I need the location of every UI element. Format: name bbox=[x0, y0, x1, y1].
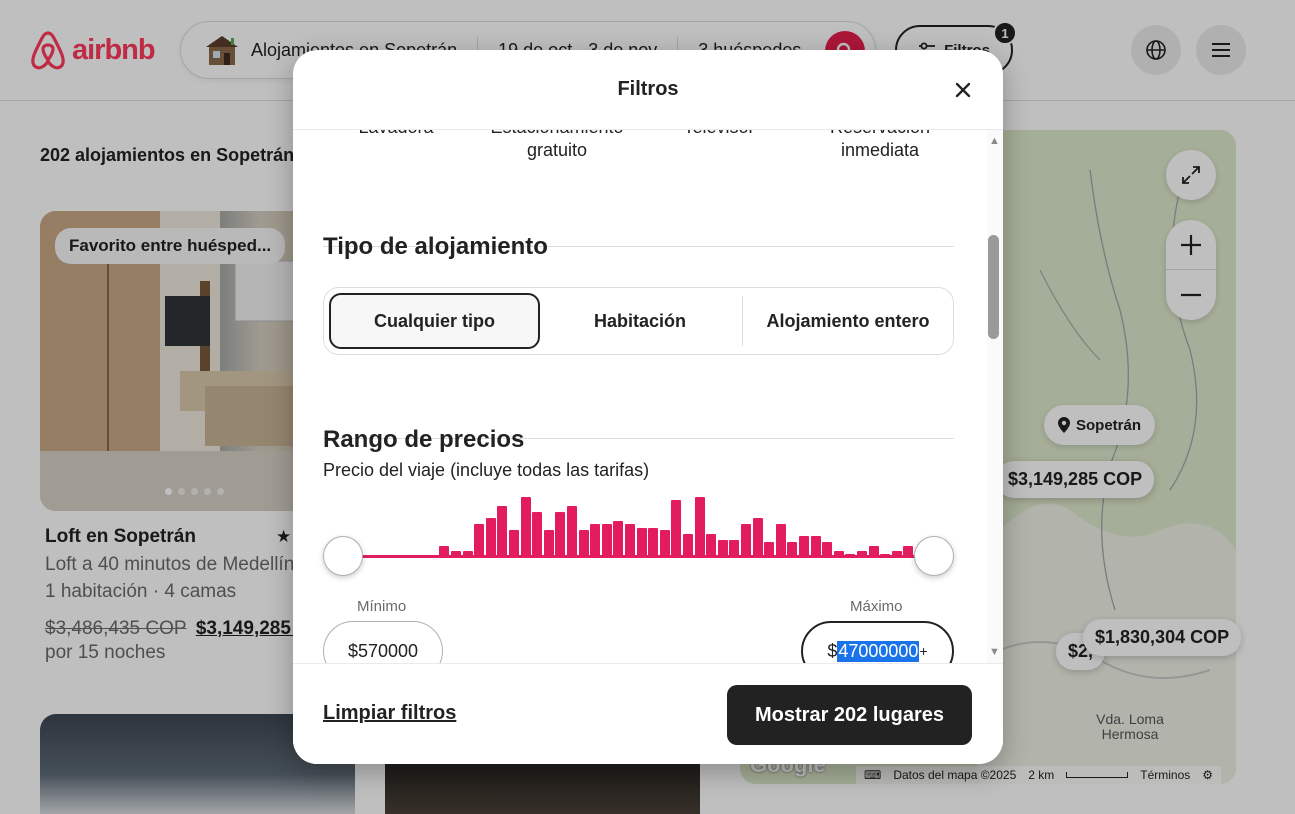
price-slider-track[interactable] bbox=[343, 555, 935, 558]
histogram-bar bbox=[601, 524, 612, 557]
modal-scrollbar-thumb[interactable] bbox=[988, 235, 999, 339]
max-price-suffix: + bbox=[919, 643, 928, 659]
histogram-bar bbox=[474, 524, 485, 557]
histogram-bar bbox=[648, 528, 659, 557]
min-price-input[interactable]: $570000 bbox=[323, 621, 443, 663]
histogram-bar bbox=[799, 536, 809, 557]
histogram-bar bbox=[532, 512, 543, 557]
amenity-washer[interactable]: Lavadora bbox=[316, 130, 476, 139]
modal-title: Filtros bbox=[617, 78, 679, 100]
type-option-any[interactable]: Cualquier tipo bbox=[329, 293, 540, 349]
type-section-title: Tipo de alojamiento bbox=[323, 233, 548, 260]
modal-scrollbar[interactable] bbox=[987, 130, 1003, 663]
histogram-bar bbox=[613, 521, 624, 557]
amenity-tv[interactable]: Televisor bbox=[639, 130, 799, 139]
close-button[interactable] bbox=[947, 74, 979, 106]
type-option-room[interactable]: Habitación bbox=[540, 288, 740, 354]
histogram-bar bbox=[810, 536, 821, 557]
price-histogram bbox=[323, 485, 923, 557]
histogram-bar bbox=[775, 524, 786, 557]
histogram-bar bbox=[659, 530, 670, 557]
histogram-bar bbox=[509, 530, 519, 557]
histogram-bar bbox=[671, 500, 682, 557]
max-price-prefix: $ bbox=[827, 640, 838, 661]
scroll-up-arrow-icon[interactable]: ▲ bbox=[989, 135, 1000, 147]
min-price-label: Mínimo bbox=[357, 598, 407, 615]
histogram-bar bbox=[567, 506, 577, 557]
price-slider-min-handle[interactable] bbox=[323, 536, 363, 576]
histogram-bar bbox=[485, 518, 496, 557]
histogram-bar bbox=[543, 530, 554, 557]
max-price-label: Máximo bbox=[850, 598, 903, 615]
filters-modal: Filtros Lavadora Estacionamiento gratuit… bbox=[293, 50, 1003, 764]
modal-body: Lavadora Estacionamiento gratuito Televi… bbox=[293, 130, 1003, 663]
max-price-value: 47000000 bbox=[837, 640, 920, 662]
histogram-bar bbox=[706, 534, 717, 557]
histogram-bar bbox=[694, 497, 705, 557]
histogram-bar bbox=[520, 497, 531, 557]
price-section-subtitle: Precio del viaje (incluye todas las tari… bbox=[323, 460, 650, 480]
histogram-bar bbox=[578, 530, 589, 557]
show-results-button[interactable]: Mostrar 202 lugares bbox=[727, 685, 972, 745]
histogram-bar bbox=[555, 512, 566, 557]
type-option-entire[interactable]: Alojamiento entero bbox=[743, 288, 953, 354]
histogram-bar bbox=[497, 506, 508, 557]
price-section-title: Rango de precios bbox=[323, 426, 525, 453]
histogram-bar bbox=[590, 524, 601, 557]
histogram-bar bbox=[741, 524, 751, 557]
histogram-bar bbox=[625, 524, 635, 557]
histogram-bar bbox=[683, 534, 693, 557]
modal-header: Filtros bbox=[293, 50, 1003, 130]
clear-filters-button[interactable]: Limpiar filtros bbox=[323, 702, 456, 725]
amenity-free-parking[interactable]: Estacionamiento gratuito bbox=[477, 130, 637, 162]
histogram-bar bbox=[752, 518, 763, 557]
scroll-down-arrow-icon[interactable]: ▼ bbox=[989, 646, 1000, 658]
modal-footer: Limpiar filtros Mostrar 202 lugares bbox=[293, 663, 1003, 764]
histogram-bar bbox=[636, 528, 647, 557]
amenity-instant-book[interactable]: Reservación inmediata bbox=[800, 130, 960, 162]
place-type-selector: Cualquier tipo Habitación Alojamiento en… bbox=[323, 287, 954, 355]
close-icon bbox=[955, 82, 971, 98]
price-slider-max-handle[interactable] bbox=[914, 536, 954, 576]
max-price-input[interactable]: $47000000 + bbox=[801, 621, 954, 663]
